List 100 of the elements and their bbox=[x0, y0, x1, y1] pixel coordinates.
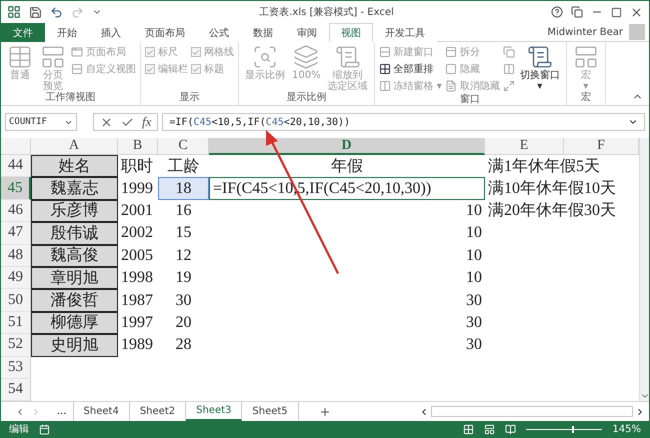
table-cell-text: 30 bbox=[465, 312, 483, 333]
ribbon-button[interactable]: 全部重排 bbox=[378, 61, 442, 77]
page-layout-icon[interactable] bbox=[484, 424, 496, 434]
document-icon bbox=[444, 80, 457, 92]
ribbon-button[interactable]: 切换窗口 ▾ bbox=[518, 44, 562, 92]
table-cell: 章明旭 bbox=[31, 266, 118, 290]
table-cell-text: 10 bbox=[465, 268, 483, 288]
table-cell-text: 1998 bbox=[120, 268, 154, 288]
scroll-icon bbox=[334, 44, 361, 70]
table-cell-text: 16 bbox=[174, 200, 192, 221]
row-header[interactable]: 52 bbox=[1, 334, 31, 357]
column-header[interactable]: F bbox=[564, 138, 639, 155]
table-cell: 潘俊哲 bbox=[31, 289, 118, 312]
table-cell-text: 10 bbox=[465, 223, 483, 244]
undo-icon[interactable] bbox=[50, 6, 63, 18]
page-break-icon[interactable] bbox=[505, 424, 516, 434]
macro-record-icon[interactable] bbox=[39, 424, 50, 434]
horizontal-scrollbar[interactable] bbox=[431, 406, 633, 417]
table-cell-text: 15 bbox=[174, 223, 192, 244]
table-cell-text: 职时 bbox=[120, 156, 154, 177]
table-cell-text: 28 bbox=[174, 335, 192, 356]
table-cell-text: 满20年休年假30天 bbox=[487, 200, 617, 222]
ribbon-tab[interactable]: 文件 bbox=[1, 23, 45, 42]
stacked-windows-icon bbox=[293, 44, 320, 70]
table-cell-text: 19 bbox=[174, 268, 192, 288]
table-cell: 魏嘉志 bbox=[31, 177, 118, 200]
column-header[interactable]: D bbox=[209, 138, 485, 155]
ribbon-tab[interactable]: 视图 bbox=[329, 23, 373, 42]
row-header[interactable]: 50 bbox=[1, 289, 31, 312]
row-header[interactable]: 51 bbox=[1, 312, 31, 334]
columns-icon bbox=[378, 80, 391, 92]
table-cell-text: 年假 bbox=[330, 156, 364, 177]
normal-view-icon[interactable] bbox=[463, 424, 474, 434]
zoom-selection-icon bbox=[252, 44, 278, 70]
zoom-level[interactable]: 145% bbox=[612, 424, 641, 434]
row-header[interactable]: 49 bbox=[1, 266, 31, 290]
add-sheet-icon[interactable] bbox=[318, 406, 331, 418]
table-cell: 姓名 bbox=[31, 155, 118, 178]
row-header[interactable]: 53 bbox=[1, 356, 31, 379]
close-icon[interactable] bbox=[630, 6, 643, 18]
sheet-tab[interactable]: Sheet4 bbox=[74, 402, 130, 421]
table-cell-text: 10 bbox=[465, 200, 483, 221]
help-icon[interactable] bbox=[551, 6, 563, 18]
row-header[interactable]: 48 bbox=[1, 244, 31, 267]
row-header[interactable]: 47 bbox=[1, 222, 31, 245]
column-header[interactable]: C bbox=[158, 138, 209, 155]
column-header[interactable]: B bbox=[118, 138, 158, 155]
table-cell-text: 10 bbox=[465, 246, 483, 266]
column-header[interactable]: E bbox=[485, 138, 564, 155]
panel-icon bbox=[444, 46, 457, 58]
table-cell: 史明旭 bbox=[31, 334, 118, 357]
rows-icon bbox=[71, 63, 83, 75]
table-cell-text: 30 bbox=[465, 290, 483, 311]
table-cell-text: 1997 bbox=[120, 312, 154, 333]
table-cell-text: 满10年休年假10天 bbox=[487, 178, 617, 200]
table-cell: 柳德厚 bbox=[31, 312, 118, 334]
name-box[interactable]: COUNTIF bbox=[5, 113, 77, 131]
group-label: 工作簿视图 bbox=[44, 92, 96, 105]
table-cell-text: 1989 bbox=[120, 335, 154, 356]
excel-logo-icon bbox=[7, 5, 21, 19]
row-header[interactable]: 45 bbox=[1, 177, 31, 200]
table-cell-text: 工龄 bbox=[166, 156, 200, 177]
formula-field[interactable]: =IF(C45<10,5,IF(C45<20,10,30)) bbox=[162, 113, 645, 131]
column-header[interactable]: A bbox=[31, 138, 118, 155]
window-title: 工资表.xls [兼容模式] - Excel bbox=[258, 6, 395, 19]
sheet-tab[interactable]: Sheet3 bbox=[186, 402, 242, 421]
cancel-icon[interactable] bbox=[100, 116, 113, 128]
insert-function-button[interactable]: fx bbox=[142, 114, 152, 130]
table-cell-text: 1999 bbox=[120, 178, 154, 199]
row-header[interactable]: 54 bbox=[1, 378, 31, 401]
enter-icon[interactable] bbox=[121, 116, 134, 128]
square-icon bbox=[444, 63, 457, 75]
table-cell-text: 12 bbox=[174, 246, 192, 266]
maximize-icon[interactable] bbox=[611, 6, 622, 18]
group-label: 窗口 bbox=[459, 94, 482, 106]
table-cell-text: 2002 bbox=[120, 223, 154, 244]
rows-icon bbox=[378, 46, 391, 58]
row-header[interactable]: 46 bbox=[1, 200, 31, 222]
group-label: 宏 bbox=[580, 92, 592, 105]
ribbon-display-icon[interactable] bbox=[571, 6, 583, 18]
grid-icon bbox=[378, 63, 391, 75]
save-icon[interactable] bbox=[29, 6, 42, 18]
table-cell-text: 30 bbox=[465, 335, 483, 356]
table-cell-text: 2001 bbox=[120, 200, 154, 221]
group-label: 显示 bbox=[178, 92, 200, 105]
status-mode: 编辑 bbox=[9, 422, 29, 436]
table-cell-text: 满1年休年假5天 bbox=[487, 156, 601, 177]
row-header[interactable]: 44 bbox=[1, 155, 31, 178]
page-layout-icon bbox=[572, 44, 599, 70]
table-cell: 殷伟诚 bbox=[31, 222, 118, 245]
table-cell: 18 bbox=[158, 177, 209, 200]
page-layout-icon bbox=[40, 44, 66, 70]
window-icon bbox=[71, 46, 83, 58]
table-cell: 魏高俊 bbox=[31, 244, 118, 267]
table-cell-text: 20 bbox=[174, 312, 192, 333]
group-label: 显示比例 bbox=[285, 92, 328, 105]
user-name[interactable]: Midwinter Bear bbox=[547, 26, 623, 38]
table-cell-text: 30 bbox=[174, 290, 192, 311]
table-cell-text: 1987 bbox=[120, 290, 154, 311]
table-icon bbox=[7, 44, 33, 70]
